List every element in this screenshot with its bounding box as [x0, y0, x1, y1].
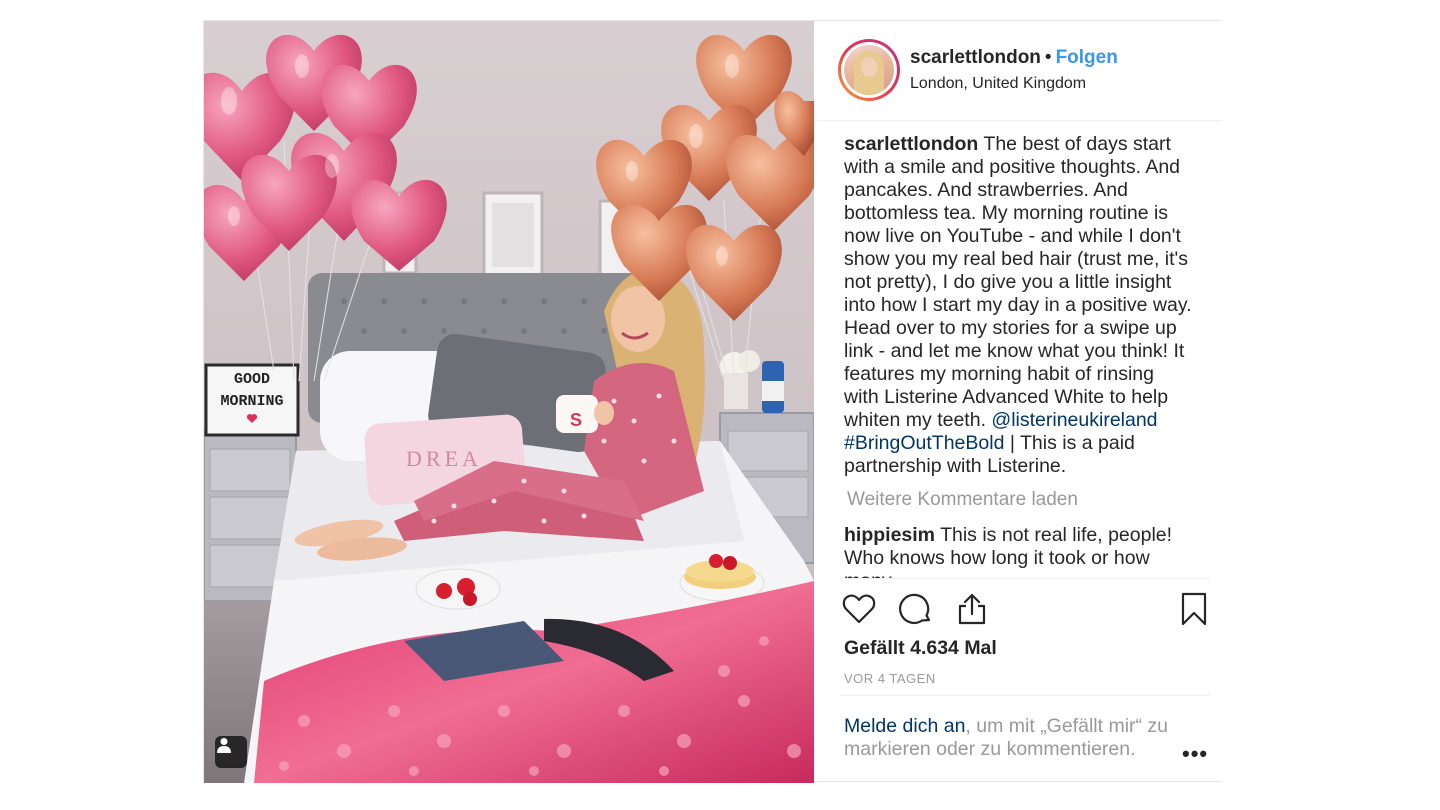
- post-header: scarlettlondon • Folgen London, United Kin…: [814, 21, 1222, 121]
- instagram-post: GOOD MORNING DREA S scarlettlondon • Fol…: [203, 20, 1222, 783]
- comment-item: hippiesim This is not real life, people!…: [844, 524, 1194, 578]
- user-tag-icon: [217, 738, 231, 753]
- avatar[interactable]: [838, 39, 900, 101]
- header-username[interactable]: scarlettlondon: [910, 47, 1041, 68]
- share-icon: [958, 593, 986, 625]
- save-button[interactable]: [1176, 591, 1212, 627]
- share-button[interactable]: [954, 591, 990, 627]
- login-prompt: Melde dich an, um mit „Gefällt mir“ zu m…: [844, 715, 1174, 761]
- heart-icon: [842, 594, 876, 624]
- bookmark-icon: [1181, 592, 1207, 626]
- caption-mention[interactable]: @listerineukireland: [991, 409, 1157, 431]
- post-timestamp[interactable]: VOR 4 TAGEN: [844, 671, 936, 686]
- separator-dot: •: [1044, 47, 1052, 68]
- likes-count[interactable]: Gefällt 4.634 Mal: [844, 637, 997, 660]
- mug-text: S: [570, 410, 582, 430]
- photo-illustration: GOOD MORNING DREA S: [204, 21, 814, 783]
- more-options-button[interactable]: •••: [1182, 741, 1208, 767]
- header-username-row: scarlettlondon • Folgen: [910, 47, 1118, 69]
- comment-icon: [899, 593, 931, 624]
- pillow-text: DREA: [406, 446, 482, 471]
- action-bar: [841, 591, 1212, 627]
- post-side-panel: scarlettlondon • Folgen London, United Kin…: [814, 21, 1222, 781]
- caption-hashtag[interactable]: #BringOutTheBold: [844, 432, 1004, 454]
- login-link[interactable]: Melde dich an: [844, 715, 965, 737]
- comments-section: scarlettlondon The best of days start wi…: [844, 133, 1194, 578]
- caption-text: The best of days start with a smile and …: [844, 133, 1192, 431]
- load-more-comments-button[interactable]: Weitere Kommentare laden: [847, 488, 1194, 511]
- tagged-users-button[interactable]: [215, 736, 247, 768]
- divider: [840, 578, 1210, 579]
- caption: scarlettlondon The best of days start wi…: [844, 133, 1194, 478]
- post-photo[interactable]: GOOD MORNING DREA S: [204, 21, 814, 783]
- comment-button[interactable]: [898, 591, 934, 627]
- location-link[interactable]: London, United Kingdom: [910, 75, 1086, 93]
- like-button[interactable]: [841, 591, 877, 627]
- caption-username[interactable]: scarlettlondon: [844, 133, 978, 155]
- lightbox-line1: GOOD: [234, 371, 270, 388]
- follow-button[interactable]: Folgen: [1056, 47, 1118, 68]
- comment-username[interactable]: hippiesim: [844, 524, 935, 546]
- lightbox-line2: MORNING: [220, 393, 283, 410]
- divider: [840, 695, 1210, 696]
